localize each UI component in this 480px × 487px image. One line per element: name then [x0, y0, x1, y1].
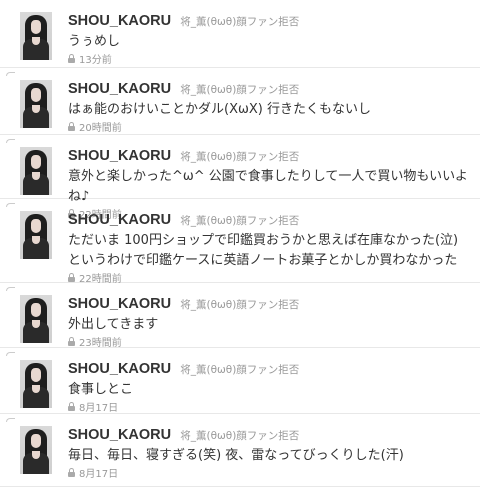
lock-icon — [68, 402, 75, 411]
screen-name[interactable]: SHOU_KAORU — [68, 296, 171, 312]
tweet-item[interactable]: SHOU_KAORU 将_薫(θωθ)顔ファン拒否 ただいま 100円ショップで… — [0, 199, 480, 285]
tweet-text: うぅめし — [68, 34, 121, 49]
full-name: 将_薫(θωθ)顔ファン拒否 — [180, 364, 300, 376]
reply-icon — [6, 139, 15, 143]
screen-name[interactable]: SHOU_KAORU — [68, 212, 171, 228]
screen-name[interactable]: SHOU_KAORU — [68, 81, 171, 97]
tweet-item[interactable]: SHOU_KAORU 将_薫(θωθ)顔ファン拒否 食事しとこ 8月17日 — [0, 348, 480, 414]
screen-name[interactable]: SHOU_KAORU — [68, 427, 171, 443]
tweet-timestamp[interactable]: 13分前 — [79, 55, 112, 66]
tweet-timestamp[interactable]: 8月17日 — [79, 403, 118, 414]
avatar[interactable] — [20, 147, 52, 195]
tweet-item[interactable]: SHOU_KAORU 将_薫(θωθ)顔ファン拒否 うぅめし 13分前 — [0, 0, 480, 68]
avatar[interactable] — [20, 12, 52, 60]
full-name: 将_薫(θωθ)顔ファン拒否 — [180, 215, 300, 227]
avatar[interactable] — [20, 426, 52, 474]
tweet-timestamp[interactable]: 20時間前 — [79, 123, 122, 134]
full-name: 将_薫(θωθ)顔ファン拒否 — [180, 16, 300, 28]
tweet-text: ただいま 100円ショップで印鑑買おうかと思えば在庫なかった(泣) というわけで… — [68, 233, 459, 268]
tweet-item[interactable]: SHOU_KAORU 将_薫(θωθ)顔ファン拒否 はぁ能のおけいことかダル(X… — [0, 68, 480, 135]
screen-name[interactable]: SHOU_KAORU — [68, 148, 171, 164]
lock-icon — [68, 54, 75, 63]
lock-icon — [68, 273, 75, 282]
reply-icon — [6, 72, 15, 76]
avatar[interactable] — [20, 80, 52, 128]
full-name: 将_薫(θωθ)顔ファン拒否 — [180, 430, 300, 442]
timeline: SHOU_KAORU 将_薫(θωθ)顔ファン拒否 うぅめし 13分前 SHOU… — [0, 0, 480, 487]
avatar[interactable] — [20, 211, 52, 259]
tweet-text: 毎日、毎日、寝すぎる(笑) 夜、雷なってびっくりした(汗) — [68, 448, 404, 463]
lock-icon — [68, 122, 75, 131]
avatar[interactable] — [20, 360, 52, 408]
screen-name[interactable]: SHOU_KAORU — [68, 13, 171, 29]
lock-icon — [68, 337, 75, 346]
full-name: 将_薫(θωθ)顔ファン拒否 — [180, 151, 300, 163]
full-name: 将_薫(θωθ)顔ファン拒否 — [180, 84, 300, 96]
tweet-text: 食事しとこ — [68, 382, 134, 397]
full-name: 将_薫(θωθ)顔ファン拒否 — [180, 299, 300, 311]
screen-name[interactable]: SHOU_KAORU — [68, 361, 171, 377]
lock-icon — [68, 468, 75, 477]
tweet-item[interactable]: SHOU_KAORU 将_薫(θωθ)顔ファン拒否 毎日、毎日、寝すぎる(笑) … — [0, 414, 480, 487]
reply-icon — [6, 418, 15, 422]
tweet-text: 外出してきます — [68, 317, 159, 332]
reply-icon — [6, 287, 15, 291]
tweet-text: はぁ能のおけいことかダル(XωX) 行きたくもないし — [68, 102, 371, 117]
reply-icon — [6, 203, 15, 207]
tweet-item[interactable]: SHOU_KAORU 将_薫(θωθ)顔ファン拒否 外出してきます 23時間前 — [0, 283, 480, 349]
tweet-timestamp[interactable]: 8月17日 — [79, 469, 118, 480]
avatar[interactable] — [20, 295, 52, 343]
tweet-item[interactable]: SHOU_KAORU 将_薫(θωθ)顔ファン拒否 意外と楽しかった^ω^ 公園… — [0, 135, 480, 221]
reply-icon — [6, 352, 15, 356]
